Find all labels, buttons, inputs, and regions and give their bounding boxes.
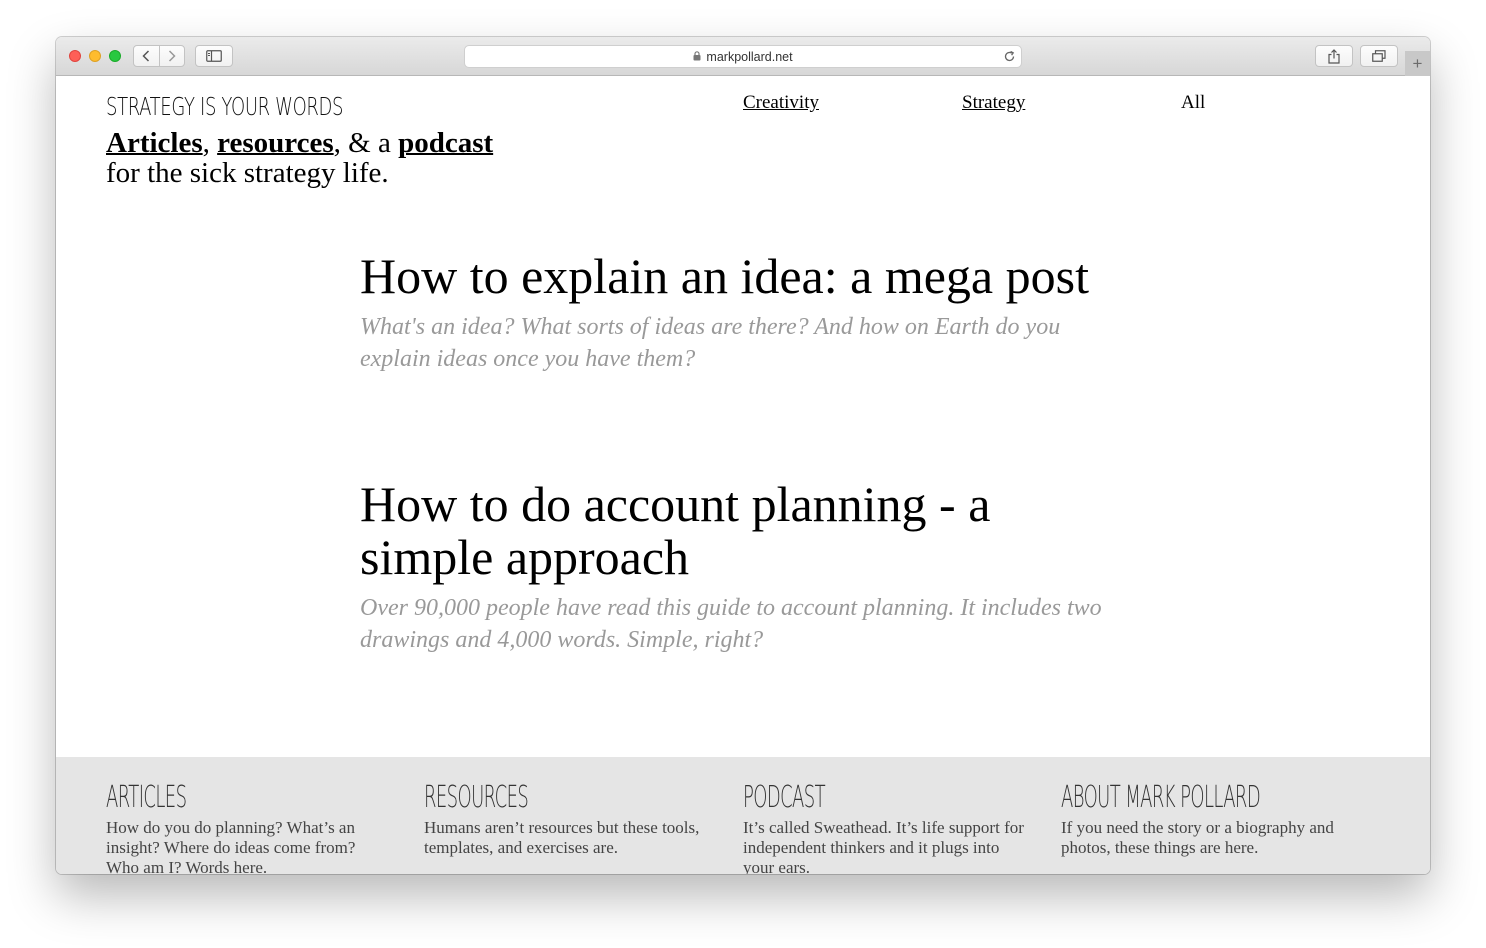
footer-column-about[interactable]: About Mark Pollard If you need the story… (1061, 781, 1343, 858)
footer-heading[interactable]: About Mark Pollard (1061, 781, 1261, 815)
articles-link[interactable]: Articles (106, 127, 203, 159)
tagline-line-2: for the sick strategy life. (106, 157, 389, 189)
lock-icon (693, 50, 701, 64)
url-text: markpollard.net (706, 49, 793, 64)
nav-item-all[interactable]: All (1181, 92, 1205, 114)
footer-text: Humans aren’t resources but these tools,… (424, 818, 700, 857)
web-page: Strategy is your words Articles, resourc… (56, 76, 1430, 874)
nav-item-strategy[interactable]: Strategy (962, 92, 1025, 114)
footer-text: It’s called Sweathead. It’s life support… (743, 818, 1024, 874)
article-summary: Over 90,000 people have read this guide … (360, 595, 1102, 653)
show-tabs-button[interactable] (1360, 45, 1398, 67)
article-summary: What's an idea? What sorts of ideas are … (360, 314, 1061, 372)
back-button[interactable] (134, 46, 159, 66)
reload-icon (1004, 50, 1015, 62)
forward-button[interactable] (158, 46, 185, 66)
share-button[interactable] (1315, 45, 1353, 67)
site-tagline: Articles, resources, & a podcast for the… (106, 128, 493, 188)
footer-heading[interactable]: Podcast (743, 781, 912, 815)
address-bar[interactable]: markpollard.net (464, 45, 1022, 68)
site-footer: Articles How do you do planning? What’s … (56, 757, 1430, 874)
site-logo[interactable]: Strategy is your words (106, 92, 343, 121)
article-card[interactable]: How to do account planning - a simple ap… (360, 478, 1120, 656)
zoom-window-button[interactable] (109, 50, 121, 62)
article-title[interactable]: How to do account planning - a simple ap… (360, 478, 1120, 584)
footer-column-resources[interactable]: Resources Humans aren’t resources but th… (424, 781, 706, 858)
tagline-separator: , (202, 127, 218, 159)
share-icon (1328, 48, 1340, 64)
tagline-separator: , & a (333, 127, 399, 159)
new-tab-button[interactable]: + (1405, 51, 1430, 76)
article-card[interactable]: How to explain an idea: a mega post What… (360, 250, 1120, 375)
close-window-button[interactable] (69, 50, 81, 62)
footer-text: If you need the story or a biography and… (1061, 818, 1334, 857)
footer-column-podcast[interactable]: Podcast It’s called Sweathead. It’s life… (743, 781, 1025, 875)
sidebar-icon (206, 50, 222, 62)
resources-link[interactable]: resources (217, 127, 334, 159)
browser-window: markpollard.net + Strategy is your words… (56, 37, 1430, 874)
nav-item-creativity[interactable]: Creativity (743, 92, 819, 114)
article-title[interactable]: How to explain an idea: a mega post (360, 250, 1120, 303)
reload-button[interactable] (1003, 50, 1016, 66)
tabs-overview-icon (1372, 50, 1386, 62)
chevron-right-icon (168, 50, 176, 62)
history-nav (133, 45, 185, 67)
footer-heading[interactable]: Resources (424, 781, 593, 815)
browser-toolbar: markpollard.net + (56, 37, 1430, 76)
footer-heading[interactable]: Articles (106, 781, 275, 815)
sidebar-toggle-button[interactable] (195, 45, 233, 67)
chevron-left-icon (142, 50, 150, 62)
footer-text: How do you do planning? What’s an insigh… (106, 818, 356, 874)
minimize-window-button[interactable] (89, 50, 101, 62)
footer-column-articles[interactable]: Articles How do you do planning? What’s … (106, 781, 388, 875)
podcast-link[interactable]: podcast (398, 127, 493, 159)
